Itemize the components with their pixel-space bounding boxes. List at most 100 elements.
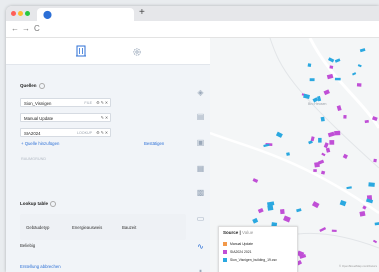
source-actions[interactable]: ⚙ ✎ ✕ <box>96 99 108 108</box>
building-footprint[interactable] <box>343 115 347 119</box>
building-footprint[interactable] <box>359 48 366 53</box>
building-footprint[interactable] <box>327 131 335 138</box>
map-pin-icon: ⬤ <box>43 10 52 19</box>
building-footprint[interactable] <box>334 77 341 81</box>
new-tab-button[interactable]: + <box>139 7 145 19</box>
legend-item: SIA2024 2021 <box>223 250 252 255</box>
building-footprint[interactable] <box>372 239 378 244</box>
building-footprint[interactable] <box>373 158 377 163</box>
column-header: Gebäudetyp <box>26 225 50 230</box>
building-footprint[interactable] <box>362 205 367 210</box>
building-footprint[interactable] <box>275 131 283 138</box>
legend-title: Source | Value <box>223 230 254 235</box>
building-footprint[interactable] <box>329 140 335 145</box>
map-view[interactable]: Bro Heusen © OpenStreetMap contributors … <box>210 38 379 272</box>
building-footprint[interactable] <box>334 58 341 63</box>
building-footprint[interactable] <box>314 162 320 168</box>
activity-icon[interactable]: ∿ <box>196 242 205 251</box>
browser-window: ⬤ + ← → C Quellen Sion_Visnigen FILE ⚙ ✎… <box>6 6 379 272</box>
sources-title: Quellen <box>20 83 45 89</box>
building-footprint[interactable] <box>320 170 326 175</box>
building-footprint[interactable] <box>303 93 311 100</box>
building-footprint[interactable] <box>368 182 375 187</box>
building-footprint[interactable] <box>342 153 348 159</box>
source-type-tag: FILE <box>84 101 92 105</box>
building-footprint[interactable] <box>313 169 317 172</box>
source-actions[interactable]: ⚙ ✎ ✕ <box>96 129 108 138</box>
info-icon[interactable] <box>38 83 45 89</box>
building-footprint[interactable] <box>339 200 347 207</box>
building-footprint[interactable] <box>280 209 285 215</box>
legend-swatch <box>223 242 227 247</box>
building-footprint[interactable] <box>359 210 366 217</box>
building-footprint[interactable] <box>357 64 362 68</box>
building-footprint[interactable] <box>331 229 337 233</box>
reload-button[interactable]: C <box>34 23 40 34</box>
column-header: Bauzeit <box>122 225 137 230</box>
building-footprint[interactable] <box>308 140 313 145</box>
source-row[interactable]: Sion_Visnigen FILE ⚙ ✎ ✕ <box>20 98 111 107</box>
building-footprint[interactable] <box>311 201 320 209</box>
close-window-button[interactable] <box>11 11 16 16</box>
building-footprint[interactable] <box>325 147 331 153</box>
building-footprint[interactable] <box>307 63 312 67</box>
building-footprint[interactable] <box>356 83 362 87</box>
building-footprint[interactable] <box>327 57 335 63</box>
layers-icon[interactable]: ◈ <box>196 88 205 97</box>
grid-icon[interactable]: ▩ <box>196 188 205 197</box>
building-footprint[interactable] <box>267 201 275 207</box>
building-tab[interactable] <box>74 44 88 58</box>
building-footprint[interactable] <box>352 72 357 76</box>
building-footprint[interactable] <box>323 142 329 149</box>
source-row[interactable]: Manual Update ✎ ✕ <box>20 113 111 122</box>
map-attribution: © OpenStreetMap contributors <box>339 264 377 268</box>
building-footprint[interactable] <box>283 215 291 223</box>
settings-icon <box>133 48 141 56</box>
disabled-source-item: RAUMGRUND <box>21 157 47 161</box>
building-footprint[interactable] <box>334 130 341 136</box>
building-footprint[interactable] <box>326 73 334 80</box>
building-footprint[interactable] <box>336 105 342 112</box>
source-legend: Source | Value Manual Update SIA2024 202… <box>218 226 298 272</box>
building-footprint[interactable] <box>252 217 259 224</box>
address-bar: ← → C <box>6 21 379 38</box>
browser-tab[interactable]: ⬤ <box>37 8 134 21</box>
source-actions[interactable]: ✎ ✕ <box>101 114 108 123</box>
building-footprint[interactable] <box>252 178 259 183</box>
lookup-table: Gebäudetyp Energieausweis Bauzeit <box>20 214 186 240</box>
source-row[interactable]: SIA2024 LOOKUP ⚙ ✎ ✕ <box>20 128 111 137</box>
source-label: Manual Update <box>24 116 54 121</box>
forward-button[interactable]: → <box>22 23 30 34</box>
building-footprint[interactable] <box>321 152 326 157</box>
confirm-button[interactable]: Bestätigen <box>144 141 164 146</box>
building-footprint[interactable] <box>323 89 330 96</box>
lookup-title: Lookup table <box>20 201 56 207</box>
building-footprint[interactable] <box>320 116 325 122</box>
building-footprint[interactable] <box>257 207 264 214</box>
maximize-window-button[interactable] <box>25 11 30 16</box>
scroll-indicator[interactable]: ▮ <box>196 268 205 272</box>
add-source-button[interactable]: + Quelle hinzufügen <box>21 141 59 146</box>
cancel-creation-link[interactable]: Erstellung abbrechen <box>20 264 61 269</box>
building-footprint[interactable] <box>286 152 290 156</box>
settings-tab[interactable] <box>130 44 144 58</box>
minimize-window-button[interactable] <box>18 11 23 16</box>
source-label: SIA2024 <box>24 131 41 136</box>
stack-icon[interactable]: ▤ <box>196 112 205 121</box>
document-icon[interactable]: ▭ <box>196 214 205 223</box>
building-footprint[interactable] <box>346 186 352 190</box>
source-type-tag: LOOKUP <box>77 131 92 135</box>
building-footprint[interactable] <box>296 208 302 213</box>
building-footprint[interactable] <box>309 78 315 82</box>
building-footprint[interactable] <box>329 65 334 69</box>
image-icon[interactable]: ▣ <box>196 138 205 147</box>
back-button[interactable]: ← <box>11 23 19 34</box>
building-footprint[interactable] <box>364 119 369 124</box>
building-footprint[interactable] <box>318 137 322 143</box>
lookup-row-label: Beliebig <box>20 243 36 248</box>
info-icon[interactable] <box>50 201 56 207</box>
chart-icon[interactable]: ▦ <box>196 164 205 173</box>
building-footprint[interactable] <box>374 221 379 226</box>
building-footprint[interactable] <box>319 226 327 233</box>
building-footprint[interactable] <box>310 136 315 142</box>
